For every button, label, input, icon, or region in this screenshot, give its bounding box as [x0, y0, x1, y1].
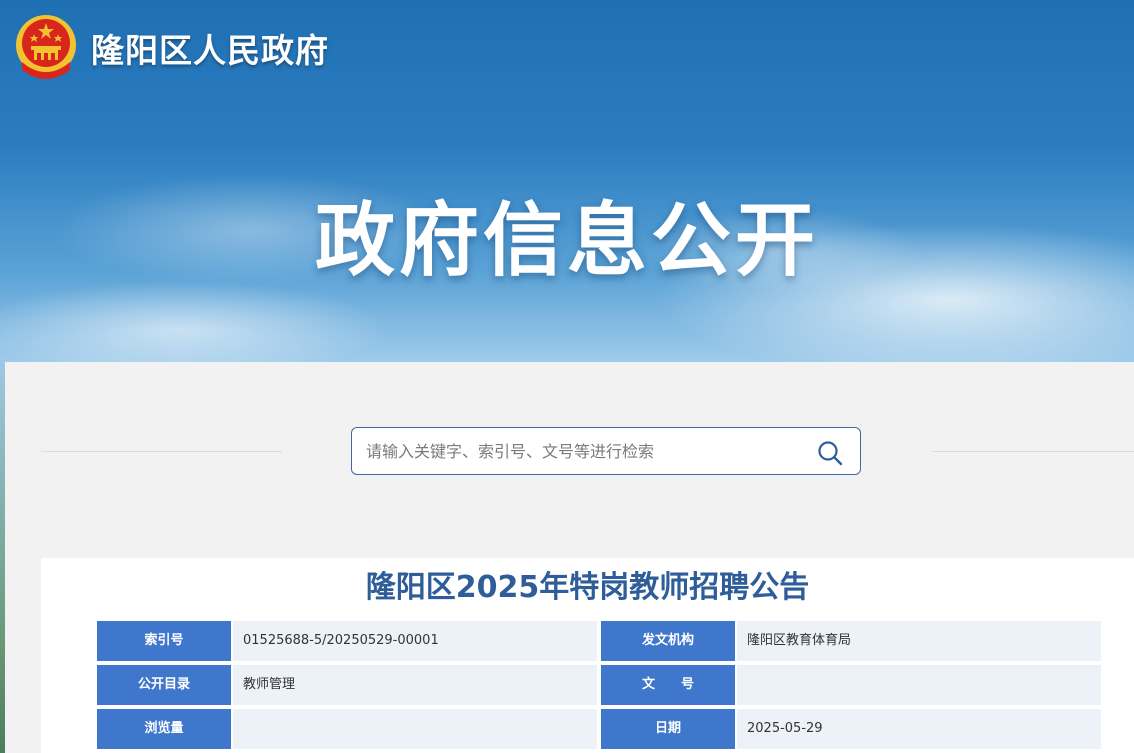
meta-label-index-number: 索引号 [97, 621, 231, 661]
main-content: 隆阳区2025年特岗教师招聘公告 索引号 01525688-5/20250529… [5, 362, 1134, 753]
meta-value-issuing-agency: 隆阳区教育体育局 [737, 621, 1101, 661]
meta-value-public-catalog: 教师管理 [233, 665, 597, 705]
meta-label-issuing-agency: 发文机构 [601, 621, 735, 661]
meta-row-catalog: 公开目录 教师管理 文 号 [97, 665, 1101, 705]
meta-row-views: 浏览量 日期 2025-05-29 [97, 709, 1101, 749]
banner-title: 政府信息公开 [315, 194, 819, 287]
meta-label-views: 浏览量 [97, 709, 231, 749]
search-icon [818, 441, 843, 466]
meta-label-document-number: 文 号 [601, 665, 735, 705]
search-button[interactable] [816, 439, 844, 467]
divider-left [41, 451, 282, 452]
meta-label-public-catalog: 公开目录 [97, 665, 231, 705]
search-input[interactable] [366, 437, 796, 465]
meta-value-document-number [737, 665, 1101, 705]
divider-right [933, 451, 1134, 452]
meta-row-index: 索引号 01525688-5/20250529-00001 发文机构 隆阳区教育… [97, 621, 1101, 661]
meta-value-date: 2025-05-29 [737, 709, 1101, 749]
meta-label-date: 日期 [601, 709, 735, 749]
meta-value-index-number: 01525688-5/20250529-00001 [233, 621, 597, 661]
national-emblem-icon [14, 12, 78, 82]
article-title: 隆阳区2025年特岗教师招聘公告 [365, 570, 810, 605]
meta-table: 索引号 01525688-5/20250529-00001 发文机构 隆阳区教育… [97, 621, 1101, 753]
meta-value-views [233, 709, 597, 749]
header-banner: 隆阳区人民政府 政府信息公开 [0, 0, 1134, 362]
search-box [351, 427, 861, 475]
article-panel: 隆阳区2025年特岗教师招聘公告 索引号 01525688-5/20250529… [41, 558, 1134, 753]
site-name[interactable]: 隆阳区人民政府 [91, 24, 329, 72]
